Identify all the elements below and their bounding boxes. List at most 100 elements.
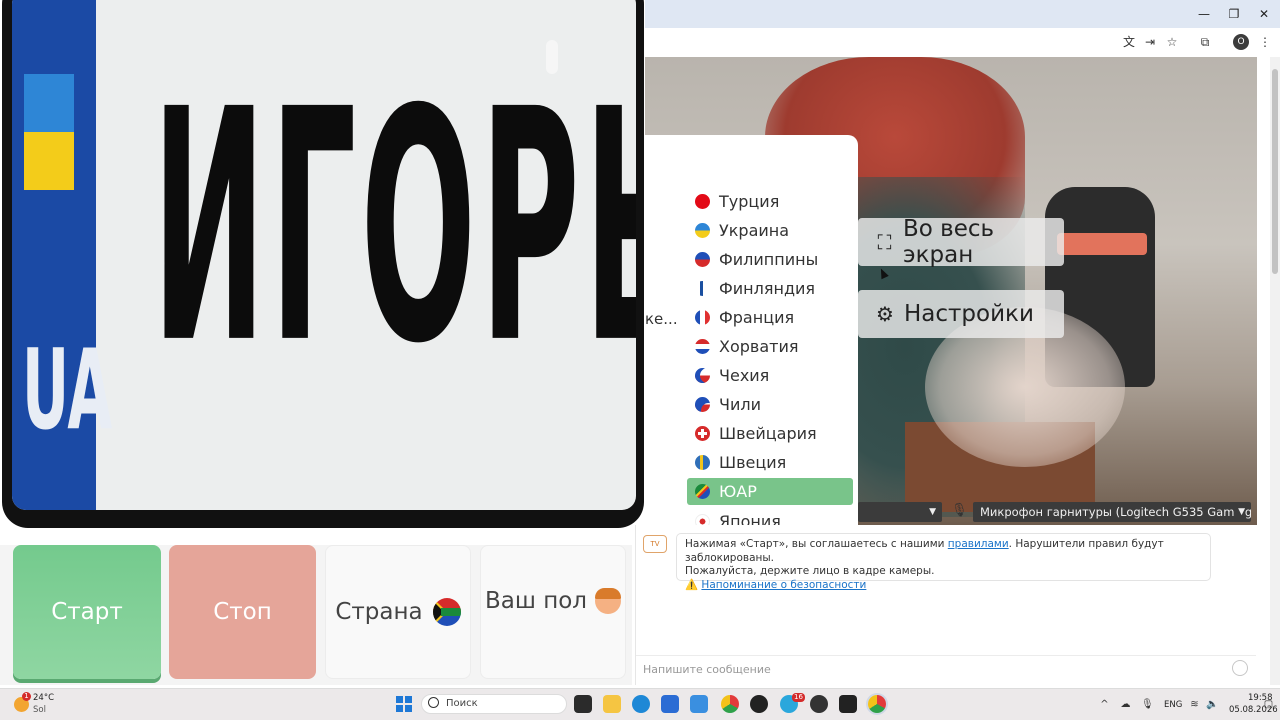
restore-icon[interactable]: ❐ [1226, 6, 1242, 22]
switzerland-flag-icon [695, 426, 710, 441]
country-option-turkey[interactable]: Турция [687, 188, 853, 215]
ukraine-flag-icon [695, 223, 710, 238]
country-option-sweden[interactable]: Швеция [687, 449, 853, 476]
store-icon[interactable] [661, 695, 679, 713]
settings-button[interactable]: ⚙ Настройки [858, 290, 1064, 338]
language-indicator[interactable]: ENG [1164, 700, 1182, 710]
browser-toolbar [645, 28, 1280, 57]
safety-link[interactable]: Напоминание о безопасности [701, 579, 866, 591]
country-button[interactable]: Страна [325, 545, 471, 679]
weather-badge: 1 [22, 692, 31, 701]
start-label: Старт [51, 599, 123, 625]
fullscreen-button[interactable]: ⛶ Во весь экран [858, 216, 1064, 268]
country-option-switzerland[interactable]: Швейцария [687, 420, 853, 447]
plate-country-code: UA [22, 325, 113, 455]
notice-line-3: ⚠️ Напоминание о безопасности [685, 579, 1202, 593]
file-explorer-icon[interactable] [603, 695, 621, 713]
app-circle-icon[interactable] [750, 695, 768, 713]
country-option-label: Турция [719, 192, 780, 211]
weather-temperature[interactable]: 24°C [33, 693, 54, 703]
gender-label: Ваш пол [484, 588, 588, 614]
search-icon [428, 697, 439, 708]
windows-start-icon[interactable] [396, 696, 412, 712]
notice-line-1: Нажимая «Старт», вы соглашаетесь с нашим… [685, 538, 1164, 564]
fullscreen-icon: ⛶ [877, 230, 892, 254]
chile-flag-icon [695, 397, 710, 412]
camera-select[interactable]: ▼ [858, 502, 942, 522]
telegram-badge: 16 [792, 693, 805, 702]
gender-button[interactable]: Ваш пол [480, 545, 626, 679]
microphone-select[interactable]: Микрофон гарнитуры (Logitech G535 Gaming… [973, 502, 1251, 522]
turkey-flag-icon [695, 194, 710, 209]
epic-games-icon[interactable] [839, 695, 857, 713]
browser-title-bar [645, 0, 1280, 28]
south-africa-flag-icon [432, 598, 461, 626]
country-option-label: Украина [719, 221, 790, 240]
ukraine-flag-bottom [24, 132, 74, 190]
warning-icon: ⚠️ [685, 578, 699, 591]
network-icon[interactable]: ☁ [1120, 699, 1131, 710]
country-option-ukraine[interactable]: Украина [687, 217, 853, 244]
finland-flag-icon [695, 281, 710, 296]
menu-kebab-icon[interactable]: ⋮ [1257, 34, 1273, 50]
profile-avatar[interactable]: O [1233, 34, 1249, 50]
microphone-tray-icon[interactable]: 🎙 [1141, 699, 1154, 710]
name-plate-image: UA ИГОРЬ [0, 0, 645, 545]
notice-line-2: Пожалуйста, держите лицо в кадре камеры. [685, 565, 935, 577]
license-plate: UA ИГОРЬ [2, 0, 644, 528]
chrome-icon[interactable] [721, 695, 739, 713]
chevron-down-icon: ▼ [1234, 502, 1245, 522]
message-input[interactable]: Напишите сообщение [636, 655, 1256, 682]
country-option-label: Финляндия [719, 279, 816, 298]
ukraine-flag-top [24, 74, 74, 132]
country-option-label: Швеция [719, 453, 787, 472]
stop-button[interactable]: Стоп [169, 545, 316, 679]
minimize-icon[interactable]: — [1196, 6, 1212, 22]
france-flag-icon [695, 310, 710, 325]
country-dropdown: Турция Украина Филиппины Финляндия Франц… [645, 135, 858, 533]
close-icon[interactable]: ✕ [1256, 6, 1272, 22]
microphone-value: Микрофон гарнитуры (Logitech G535 Gaming… [980, 505, 1251, 519]
plate-face: UA ИГОРЬ [12, 0, 636, 510]
sweden-flag-icon [695, 455, 710, 470]
weather-description[interactable]: Sol [33, 705, 46, 715]
country-option-finland[interactable]: Финляндия [687, 275, 853, 302]
bookmark-star-icon[interactable]: ☆ [1164, 34, 1180, 50]
rules-link[interactable]: правилами [948, 538, 1009, 550]
tray-chevron-up-icon[interactable]: ^ [1099, 699, 1110, 710]
country-option-philippines[interactable]: Филиппины [687, 246, 853, 273]
country-option-label: ЮАР [719, 482, 757, 501]
philippines-flag-icon [695, 252, 710, 267]
page-scrollbar[interactable] [1270, 57, 1280, 685]
chevron-down-icon: ▼ [929, 507, 936, 517]
site-logo-icon: TV [643, 535, 667, 553]
volume-icon[interactable]: 🔈 [1206, 699, 1218, 710]
country-option-south-africa[interactable]: ЮАР [687, 478, 853, 505]
croatia-flag-icon [695, 339, 710, 354]
country-option-czech[interactable]: Чехия [687, 362, 853, 389]
outlook-icon[interactable] [690, 695, 708, 713]
country-option-croatia[interactable]: Хорватия [687, 333, 853, 360]
emoji-smile-icon[interactable] [1232, 660, 1248, 676]
country-option-chile[interactable]: Чили [687, 391, 853, 418]
app-dark-icon[interactable] [810, 695, 828, 713]
wifi-icon[interactable]: ≋ [1189, 699, 1200, 710]
chrome-active-icon[interactable] [868, 695, 886, 713]
south-africa-flag-icon [695, 484, 710, 499]
edge-icon[interactable] [632, 695, 650, 713]
extensions-icon[interactable]: ⧉ [1197, 34, 1213, 50]
country-option-france[interactable]: Франция [687, 304, 853, 331]
country-option-label: Филиппины [719, 250, 819, 269]
notifications-icon[interactable]: ▢ [1263, 699, 1274, 710]
install-app-icon[interactable]: ⇥ [1142, 34, 1158, 50]
taskbar-search[interactable]: Поиск [421, 694, 567, 714]
control-panel: Старт Стоп Страна Ваш пол [0, 545, 632, 685]
start-button[interactable]: Старт [13, 545, 161, 679]
rules-notice: Нажимая «Старт», вы соглашаетесь с нашим… [676, 533, 1211, 591]
scrollbar-thumb[interactable] [1272, 69, 1278, 274]
translate-icon[interactable]: 文 [1121, 34, 1137, 50]
country-option-label: Франция [719, 308, 795, 327]
settings-label: Настройки [904, 301, 1034, 327]
task-view-icon[interactable] [574, 695, 592, 713]
partial-country-option[interactable]: ке... [645, 310, 678, 328]
